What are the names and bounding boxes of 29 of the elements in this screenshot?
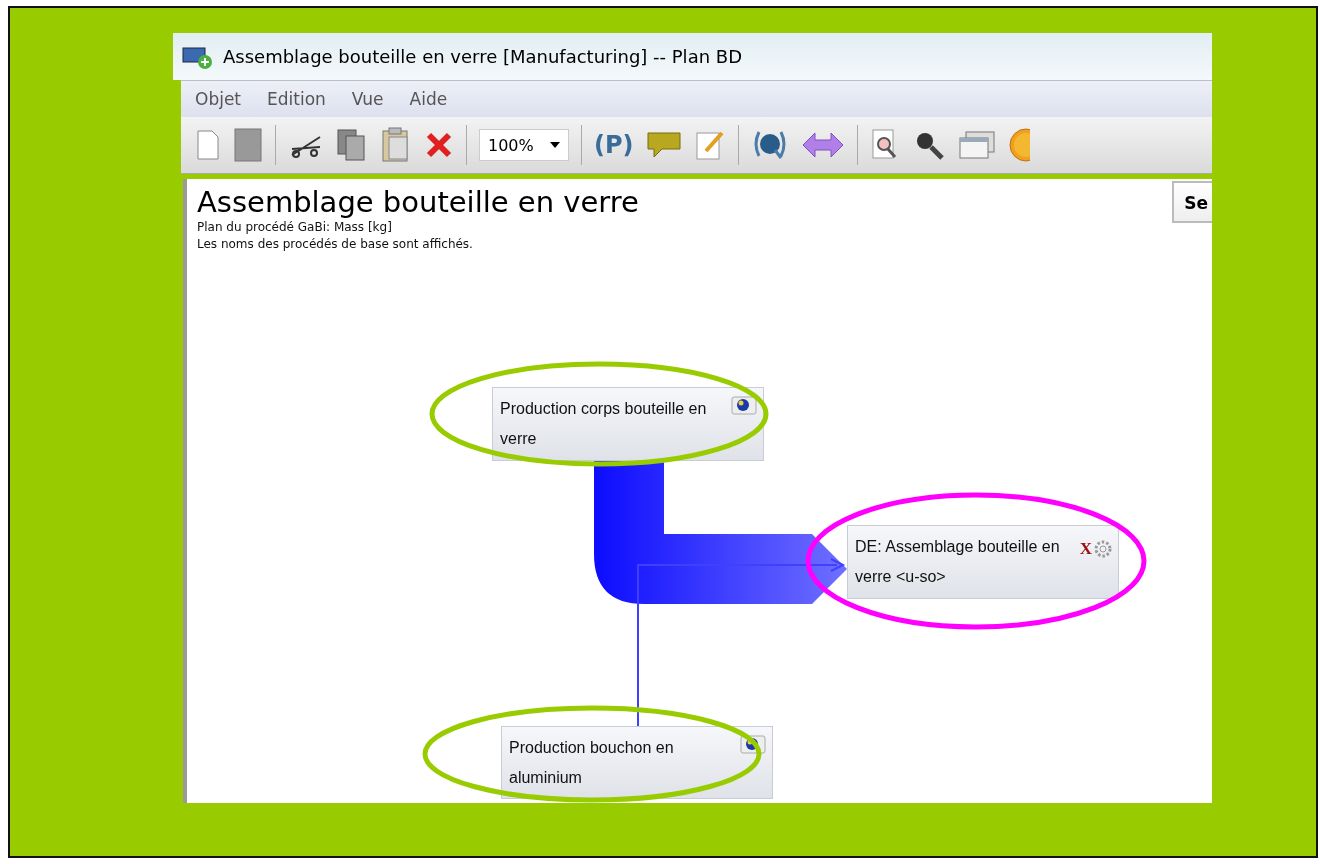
menu-item[interactable]: Vue (351, 89, 384, 109)
process-node[interactable]: Production bouchon en aluminium (501, 726, 773, 799)
menu-item[interactable]: Objet (195, 89, 242, 109)
delete-icon[interactable] (424, 130, 454, 160)
caret-icon[interactable] (550, 142, 560, 148)
x-mark: X (1079, 538, 1092, 560)
double-arrow-icon[interactable] (800, 130, 845, 160)
side-button[interactable]: Se (1172, 181, 1212, 223)
plan-subtitle: Plan du procédé GaBi: Mass [kg] (197, 219, 393, 236)
menu-item[interactable]: Aide (409, 89, 448, 109)
menu-item[interactable]: Edition (267, 89, 326, 109)
node-label: DE: Assemblage bouteille en verre <u-so> (855, 538, 1060, 585)
comment-icon[interactable] (645, 130, 682, 160)
process-node[interactable]: DE: Assemblage bouteille en verre <u-so> X (847, 525, 1119, 599)
windows-icon[interactable] (957, 130, 996, 160)
plan-title: Assemblage bouteille en verre (197, 185, 639, 219)
plan-note: Les noms des procédés de base sont affichés. (197, 236, 474, 253)
edit-icon[interactable] (693, 129, 726, 161)
parameter-button[interactable]: (P) (594, 131, 634, 159)
plan-icon (731, 396, 757, 416)
node-label: Production bouchon en aluminium (509, 739, 674, 786)
process-node[interactable]: Production corps bouteille en verre (492, 387, 764, 461)
copy-icon[interactable] (336, 128, 368, 162)
help-icon[interactable] (1007, 127, 1030, 163)
zoom-dropdown[interactable]: 100% (479, 129, 569, 161)
node-label: Production corps bouteille en verre (500, 400, 707, 447)
blank-page-icon[interactable] (233, 127, 263, 163)
gear-icon (1092, 538, 1114, 560)
window-title: Assemblage bouteille en verre [Manufacturing] -- Plan BD (223, 46, 742, 67)
